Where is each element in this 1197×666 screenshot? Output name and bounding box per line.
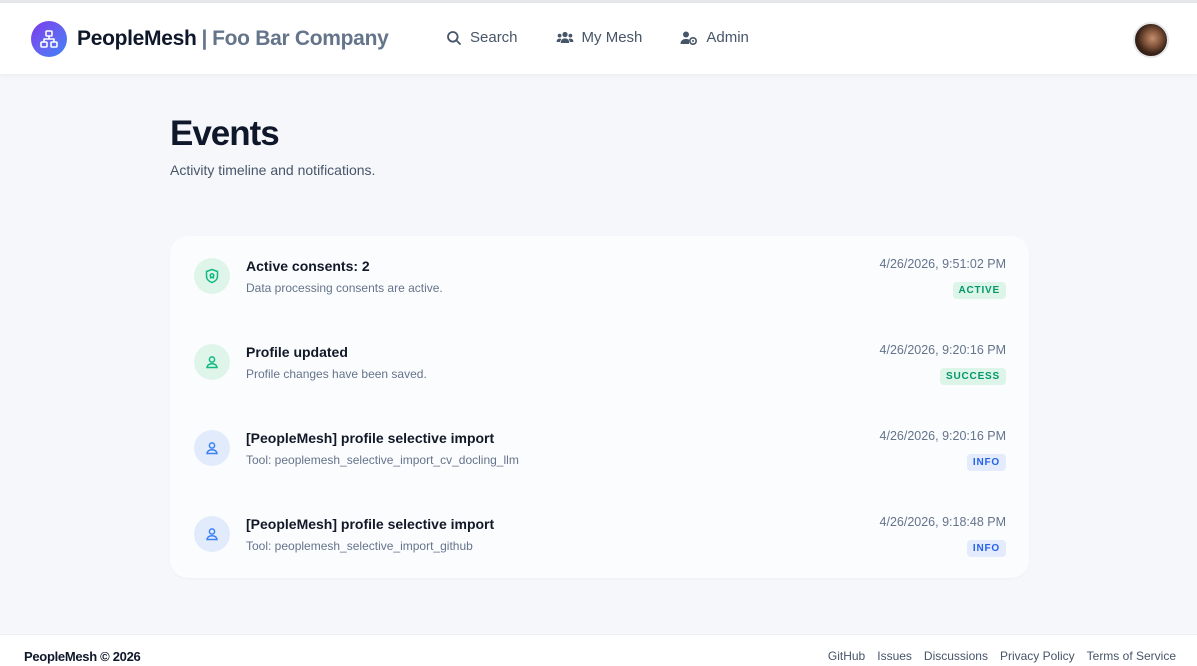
event-item[interactable]: [PeopleMesh] profile selective import To…	[170, 494, 1029, 580]
status-badge: INFO	[966, 540, 1006, 557]
event-timestamp: 4/26/2026, 9:20:16 PM	[879, 429, 1006, 443]
event-item[interactable]: Profile updated Profile changes have bee…	[170, 322, 1029, 408]
user-icon	[194, 344, 230, 380]
main-nav: Search My Mesh Admin	[446, 29, 787, 46]
footer-link-discussions[interactable]: Discussions	[924, 649, 988, 663]
event-item[interactable]: Active consents: 2 Data processing conse…	[170, 236, 1029, 322]
status-badge: ACTIVE	[952, 282, 1006, 299]
nav-admin[interactable]: Admin	[680, 29, 749, 46]
nav-my-mesh[interactable]: My Mesh	[556, 29, 643, 46]
footer-link-github[interactable]: GitHub	[828, 649, 865, 663]
event-description: Profile changes have been saved.	[246, 367, 427, 381]
nav-admin-label: Admin	[706, 29, 749, 46]
logo-icon	[31, 21, 67, 57]
top-navbar: PeopleMesh | Foo Bar Company Search My M…	[0, 3, 1197, 75]
footer: PeopleMesh © 2026 GitHub Issues Discussi…	[0, 634, 1197, 666]
user-icon	[194, 430, 230, 466]
search-icon	[447, 30, 461, 45]
footer-link-privacy-policy[interactable]: Privacy Policy	[1000, 649, 1075, 663]
nav-search-label: Search	[470, 29, 518, 46]
event-title: Active consents: 2	[246, 258, 370, 274]
footer-brand: PeopleMesh © 2026	[24, 649, 141, 664]
users-icon	[556, 31, 573, 43]
footer-link-issues[interactable]: Issues	[877, 649, 912, 663]
footer-links: GitHub Issues Discussions Privacy Policy…	[816, 649, 1176, 663]
event-description: Tool: peoplemesh_selective_import_cv_doc…	[246, 453, 519, 467]
event-timestamp: 4/26/2026, 9:18:48 PM	[879, 515, 1006, 529]
event-title: Profile updated	[246, 344, 348, 360]
page-subtitle: Activity timeline and notifications.	[170, 162, 376, 178]
brand[interactable]: PeopleMesh | Foo Bar Company	[31, 21, 389, 57]
event-description: Data processing consents are active.	[246, 281, 443, 295]
user-cog-icon	[680, 31, 698, 45]
shield-icon	[194, 258, 230, 294]
organization-name: Foo Bar Company	[212, 27, 389, 50]
event-timestamp: 4/26/2026, 9:51:02 PM	[879, 257, 1006, 271]
status-badge: SUCCESS	[940, 368, 1006, 385]
status-badge: INFO	[966, 454, 1006, 471]
event-timestamp: 4/26/2026, 9:20:16 PM	[879, 343, 1006, 357]
brand-name: PeopleMesh	[77, 27, 197, 50]
event-item[interactable]: [PeopleMesh] profile selective import To…	[170, 408, 1029, 494]
event-description: Tool: peoplemesh_selective_import_github	[246, 539, 473, 553]
nav-search[interactable]: Search	[446, 29, 518, 46]
event-title: [PeopleMesh] profile selective import	[246, 516, 495, 532]
brand-separator: |	[201, 27, 208, 50]
user-avatar[interactable]	[1133, 22, 1169, 58]
footer-link-terms-of-service[interactable]: Terms of Service	[1087, 649, 1176, 663]
nav-my-mesh-label: My Mesh	[581, 29, 643, 46]
event-title: [PeopleMesh] profile selective import	[246, 430, 495, 446]
page-title: Events	[170, 114, 280, 153]
events-card: Active consents: 2 Data processing conse…	[170, 236, 1029, 578]
user-icon	[194, 516, 230, 552]
